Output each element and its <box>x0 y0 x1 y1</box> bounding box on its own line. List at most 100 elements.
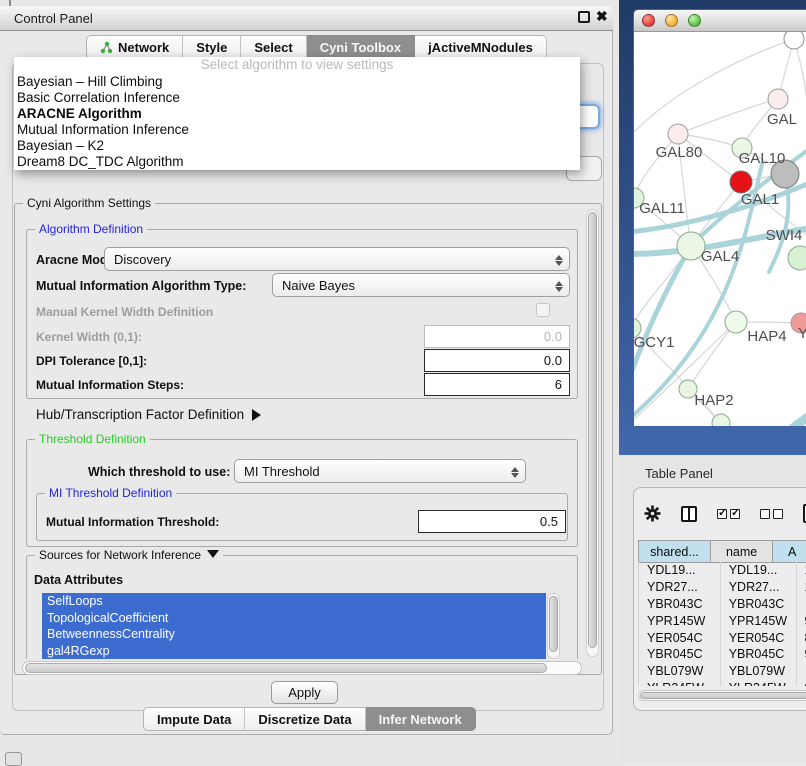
mi-type-select[interactable]: Naive Bayes <box>272 273 570 297</box>
sources-title[interactable]: Sources for Network Inference <box>35 548 223 562</box>
tab-style[interactable]: Style <box>183 35 241 59</box>
mi-steps-field[interactable]: 6 <box>424 373 570 396</box>
node-label: GAL80 <box>656 144 703 161</box>
network-node-node-pink-top[interactable] <box>768 89 788 109</box>
dropdown-item[interactable]: Bayesian – K2 <box>14 138 580 154</box>
dropdown-placeholder: Select algorithm to view settings <box>14 57 580 74</box>
zoom-window-icon[interactable] <box>688 14 701 27</box>
dropdown-item[interactable]: Basic Correlation Inference <box>14 90 580 106</box>
unselect-all-columns-icon[interactable] <box>760 509 783 519</box>
table-hscrollbar[interactable] <box>638 690 806 701</box>
table-cell[interactable]: 13 <box>796 562 806 579</box>
network-node-gal80[interactable] <box>668 124 688 144</box>
table-cell[interactable]: YPR145W <box>639 612 721 629</box>
data-attribute-item[interactable]: SelfLoops <box>42 593 546 610</box>
node-label: GAL1 <box>741 191 779 208</box>
table-cell[interactable]: YDR27... <box>720 579 796 596</box>
table-cell[interactable]: YDR27... <box>639 579 721 596</box>
stepper-icon <box>554 252 563 268</box>
table-row[interactable]: YPR145WYPR145W9. <box>639 612 806 629</box>
network-node-hap4[interactable] <box>725 311 747 333</box>
data-attributes-list[interactable]: SelfLoopsTopologicalCoefficientBetweenne… <box>42 593 546 659</box>
table-row[interactable]: YBR045CYBR045C9. <box>639 646 806 663</box>
table-cell[interactable]: YBR045C <box>720 646 796 663</box>
data-attribute-item[interactable]: TopologicalCoefficient <box>42 610 546 627</box>
settings-hscrollbar[interactable] <box>22 661 582 675</box>
table-cell[interactable]: YBR043C <box>720 596 796 613</box>
table-cell[interactable]: YER054C <box>639 629 721 646</box>
table-cell[interactable] <box>796 663 806 680</box>
table-cell[interactable]: YLR345W <box>720 680 796 686</box>
table-cell[interactable]: YBR043C <box>639 596 721 613</box>
corner-button-fragment[interactable] <box>5 752 22 766</box>
table-cell[interactable]: YLR345W <box>639 680 721 686</box>
table-cell[interactable]: YPR145W <box>720 612 796 629</box>
table-row[interactable]: YDR27...YDR27...12 <box>639 579 806 596</box>
data-attribute-item[interactable]: BetweennessCentrality <box>42 626 546 643</box>
dropdown-items: Bayesian – Hill ClimbingBasic Correlatio… <box>14 74 580 170</box>
float-panel-icon[interactable] <box>578 11 590 23</box>
tab-select[interactable]: Select <box>241 35 306 59</box>
hub-definition-toggle[interactable]: Hub/Transcription Factor Definition <box>36 407 261 422</box>
table-cell[interactable]: 12 <box>796 579 806 596</box>
table-cell[interactable]: 8. <box>796 629 806 646</box>
table-cell[interactable]: YBL079W <box>639 663 721 680</box>
dpi-tolerance-field[interactable]: 0.0 <box>424 349 570 372</box>
network-node-node-green-right[interactable] <box>788 246 806 270</box>
tab-impute-data[interactable]: Impute Data <box>143 707 245 731</box>
tab-cyni-toolbox[interactable]: Cyni Toolbox <box>307 35 415 59</box>
table-cell[interactable] <box>796 596 806 613</box>
network-node-node-top-white[interactable] <box>784 32 804 49</box>
select-all-columns-icon[interactable] <box>717 509 740 519</box>
mi-threshold-label: Mutual Information Threshold: <box>46 515 219 529</box>
table-row[interactable]: YBR043CYBR043C <box>639 596 806 613</box>
table-row[interactable]: YLR345WYLR345W9. <box>639 680 806 686</box>
dropdown-item[interactable]: Mutual Information Inference <box>14 122 580 138</box>
node-label: SWI4 <box>766 227 803 244</box>
dropdown-item[interactable]: Dream8 DC_TDC Algorithm <box>14 154 580 170</box>
table-row[interactable]: YDL19...YDL19...13 <box>639 562 806 579</box>
aracne-mode-select[interactable]: Discovery <box>104 247 570 271</box>
close-window-icon[interactable] <box>642 14 655 27</box>
dropdown-item[interactable]: Bayesian – Hill Climbing <box>14 74 580 90</box>
table-cell[interactable]: YBR045C <box>639 646 721 663</box>
close-icon[interactable]: ✖ <box>596 8 608 25</box>
node-table-rows[interactable]: YDL19...YDL19...13YDR27...YDR27...12YBR0… <box>638 562 806 686</box>
table-cell[interactable]: 9. <box>796 680 806 686</box>
network-node-node-red[interactable] <box>730 171 752 193</box>
split-columns-icon[interactable] <box>681 506 697 522</box>
manual-kernel-checkbox[interactable] <box>536 303 550 317</box>
table-cell[interactable]: YDL19... <box>639 562 721 579</box>
settings-scrollbar[interactable] <box>586 209 599 657</box>
apply-button[interactable]: Apply <box>271 681 338 704</box>
table-panel-title: Table Panel <box>645 466 713 481</box>
tab-network[interactable]: Network <box>86 35 183 59</box>
minimize-window-icon[interactable] <box>665 14 678 27</box>
tab-discretize-data[interactable]: Discretize Data <box>245 707 365 731</box>
column-header-partial[interactable]: A <box>773 541 806 563</box>
table-cell[interactable]: YDL19... <box>720 562 796 579</box>
table-cell[interactable]: YER054C <box>720 629 796 646</box>
tab-label: Cyni Toolbox <box>320 40 401 55</box>
mi-threshold-field[interactable]: 0.5 <box>418 510 566 533</box>
network-window-titlebar[interactable] <box>634 10 806 32</box>
tab-infer-network[interactable]: Infer Network <box>366 707 476 731</box>
which-threshold-select[interactable]: MI Threshold <box>234 459 526 483</box>
tab-jactivemnodules[interactable]: jActiveMNodules <box>415 35 547 59</box>
data-attribute-item[interactable]: gal4RGexp <box>42 643 546 660</box>
gear-icon[interactable] <box>644 505 661 522</box>
tab-label: Select <box>254 40 292 55</box>
dropdown-item[interactable]: ARACNE Algorithm <box>14 106 580 122</box>
dpi-tolerance-value: 0.0 <box>544 353 562 368</box>
column-header-shared-name[interactable]: shared... <box>639 541 711 563</box>
table-cell[interactable]: 9. <box>796 612 806 629</box>
table-row[interactable]: YBL079WYBL079W <box>639 663 806 680</box>
list-scrollbar[interactable] <box>547 593 560 659</box>
table-row[interactable]: YER054CYER054C8. <box>639 629 806 646</box>
column-header-name[interactable]: name <box>710 541 772 563</box>
table-cell[interactable]: YBL079W <box>720 663 796 680</box>
kernel-width-field[interactable]: 0.0 <box>424 325 570 348</box>
table-cell[interactable]: 9. <box>796 646 806 663</box>
network-canvas[interactable]: GALGAL80GAL10GAL1GAL11SWI4GAL4GCY1HAP4YH… <box>634 32 806 426</box>
stepper-icon <box>554 278 563 294</box>
